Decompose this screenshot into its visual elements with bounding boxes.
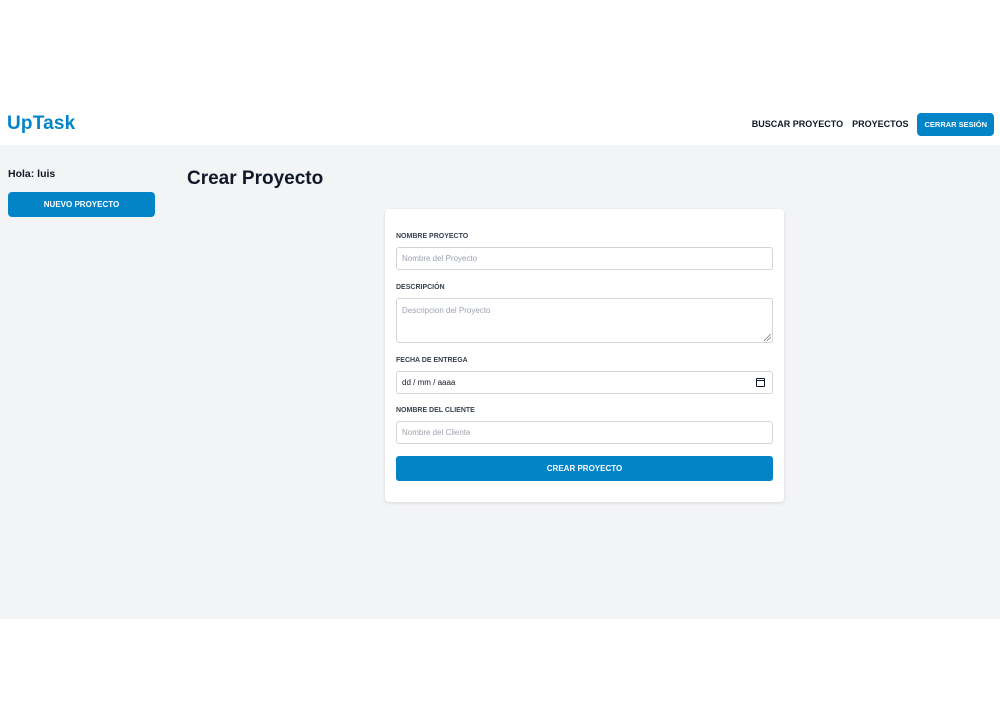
- app-logo[interactable]: UpTask: [7, 113, 75, 135]
- description-textarea[interactable]: Descripcion del Proyecto: [396, 298, 773, 343]
- nav-search-project[interactable]: BUSCAR PROYECTO: [752, 119, 843, 129]
- logout-button[interactable]: CERRAR SESIÓN: [917, 112, 994, 136]
- due-date-value: dd / mm / aaaa: [402, 378, 456, 387]
- project-name-label: NOMBRE PROYECTO: [396, 233, 469, 240]
- nav-projects[interactable]: PROYECTOS: [852, 119, 908, 129]
- create-project-form: NOMBRE PROYECTO Nombre del Proyecto DESC…: [385, 209, 784, 502]
- due-date-label: FECHA DE ENTREGA: [396, 357, 468, 364]
- sidebar: Hola: luis NUEVO PROYECTO: [8, 168, 155, 217]
- create-project-button[interactable]: CREAR PROYECTO: [396, 456, 773, 481]
- project-name-input[interactable]: Nombre del Proyecto: [396, 247, 773, 270]
- user-greeting: Hola: luis: [8, 168, 56, 180]
- page-title: Crear Proyecto: [187, 168, 324, 189]
- main-nav: BUSCAR PROYECTO PROYECTOS CERRAR SESIÓN: [752, 112, 994, 136]
- top-header: UpTask BUSCAR PROYECTO PROYECTOS CERRAR …: [0, 103, 1000, 145]
- description-placeholder: Descripcion del Proyecto: [402, 306, 491, 315]
- client-name-label: NOMBRE DEL CLIENTE: [396, 407, 475, 414]
- resize-handle-icon[interactable]: [764, 334, 771, 341]
- client-name-input[interactable]: Nombre del Cliente: [396, 421, 773, 444]
- new-project-button[interactable]: NUEVO PROYECTO: [8, 192, 155, 217]
- due-date-input[interactable]: dd / mm / aaaa: [396, 371, 773, 394]
- calendar-icon[interactable]: [756, 378, 765, 387]
- description-label: DESCRIPCIÓN: [396, 284, 445, 291]
